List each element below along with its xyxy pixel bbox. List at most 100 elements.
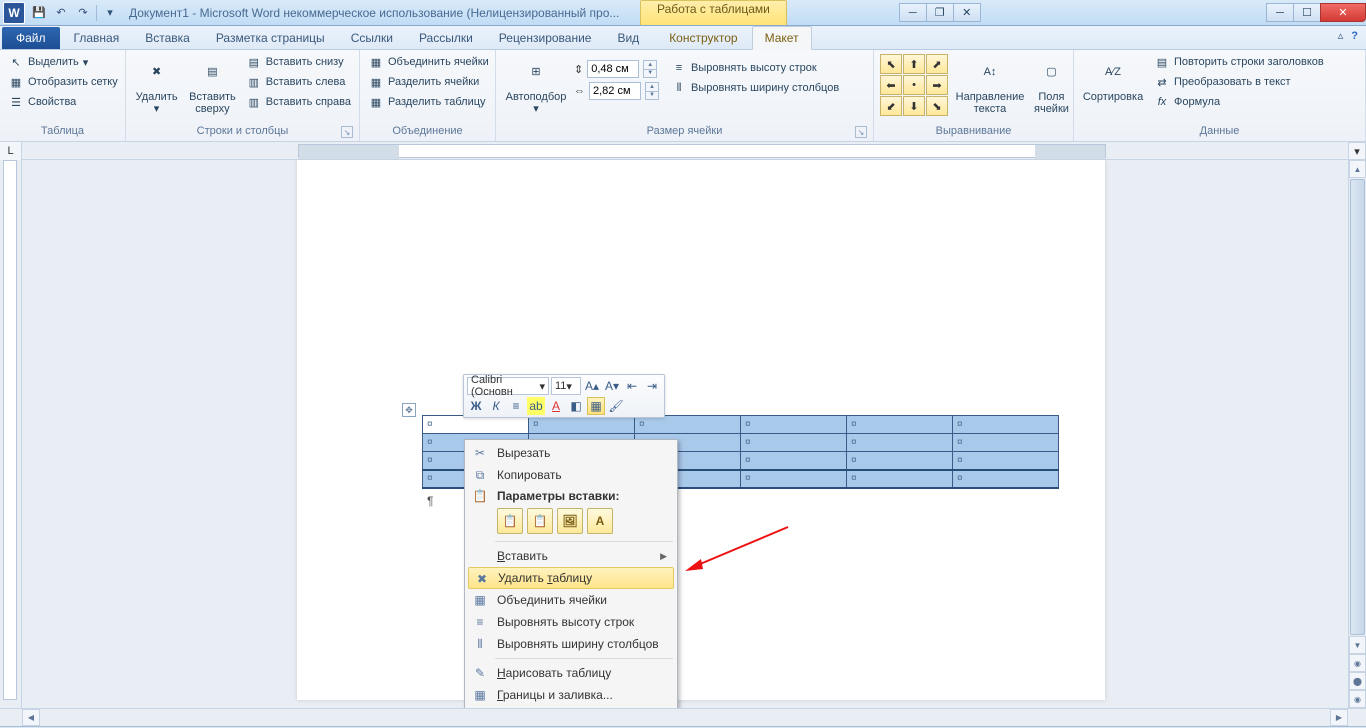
vertical-ruler[interactable] — [0, 160, 22, 708]
undo-button[interactable]: ↶ — [52, 4, 70, 22]
tab-home[interactable]: Главная — [62, 27, 132, 49]
ctx-distribute-cols[interactable]: ⫴Выровнять ширину столбцов — [467, 633, 675, 655]
scroll-track[interactable] — [40, 709, 1330, 726]
view-gridlines-button[interactable]: ▦Отобразить сетку — [4, 72, 122, 92]
increase-indent-button[interactable]: ⇥ — [643, 377, 661, 395]
formula-button[interactable]: fxФормула — [1150, 92, 1328, 112]
tab-references[interactable]: Ссылки — [339, 27, 405, 49]
doc-close-button[interactable]: ✕ — [953, 3, 981, 22]
scroll-right-button[interactable]: ▶ — [1330, 709, 1348, 726]
format-painter-button[interactable]: 🖌 — [607, 397, 625, 415]
next-page-button[interactable]: ◉ — [1349, 690, 1366, 708]
tab-file[interactable]: Файл — [2, 27, 60, 49]
tab-mailings[interactable]: Рассылки — [407, 27, 485, 49]
sort-button[interactable]: A⁄ZСортировка — [1078, 52, 1148, 105]
help-icon[interactable]: ? — [1351, 30, 1358, 42]
delete-button[interactable]: ✖Удалить▾ — [130, 52, 183, 117]
ctx-insert[interactable]: Вставить▶ — [467, 545, 675, 567]
grow-font-button[interactable]: A▴ — [583, 377, 601, 395]
redo-button[interactable]: ↷ — [74, 4, 92, 22]
minimize-ribbon-icon[interactable]: ▵ — [1338, 29, 1344, 42]
height-spinner[interactable]: ▲▼ — [643, 60, 657, 78]
scroll-up-button[interactable]: ▲ — [1349, 160, 1366, 178]
ctx-draw-table[interactable]: ✎Нарисовать таблицу — [467, 662, 675, 684]
ctx-merge-cells[interactable]: ▦Объединить ячейки — [467, 589, 675, 611]
paste-keep-source[interactable]: 📋 — [497, 508, 523, 534]
select-button[interactable]: ↖Выделить ▾ — [4, 52, 122, 72]
italic-button[interactable]: К — [487, 397, 505, 415]
scroll-down-button[interactable]: ▼ — [1349, 636, 1366, 654]
paste-merge[interactable]: 📋 — [527, 508, 553, 534]
row-height-input[interactable] — [587, 60, 639, 78]
insert-below-button[interactable]: ▤Вставить снизу — [242, 52, 355, 72]
bold-button[interactable]: Ж — [467, 397, 485, 415]
scroll-left-button[interactable]: ◀ — [22, 709, 40, 726]
shrink-font-button[interactable]: A▾ — [603, 377, 621, 395]
browse-object-button[interactable]: ⬤ — [1349, 672, 1366, 690]
horizontal-ruler[interactable]: L ▾ — [0, 142, 1366, 160]
ctx-borders-shading[interactable]: ▦Границы и заливка... — [467, 684, 675, 706]
align-tr[interactable]: ⬈ — [926, 54, 948, 74]
horizontal-scrollbar[interactable]: ◀ ▶ — [0, 708, 1366, 726]
minimize-button[interactable]: ─ — [1266, 3, 1294, 22]
paste-text[interactable]: A — [587, 508, 613, 534]
ctx-copy[interactable]: ⧉Копировать — [467, 464, 675, 486]
qat-customize[interactable]: ▾ — [101, 4, 119, 22]
tab-selector[interactable]: L — [0, 142, 22, 160]
font-size-select[interactable]: 11 ▾ — [551, 377, 581, 395]
ctx-cut[interactable]: ✂Вырезать — [467, 442, 675, 464]
alignment-grid[interactable]: ⬉⬆⬈ ⬅•➡ ⬋⬇⬊ — [880, 54, 948, 116]
tab-view[interactable]: Вид — [605, 27, 651, 49]
borders-button[interactable]: ▦ — [587, 397, 605, 415]
save-button[interactable]: 💾 — [30, 4, 48, 22]
doc-minimize-button[interactable]: ─ — [899, 3, 927, 22]
align-tc[interactable]: ⬆ — [903, 54, 925, 74]
tab-layout[interactable]: Макет — [752, 26, 812, 50]
properties-button[interactable]: ☰Свойства — [4, 92, 122, 112]
autofit-button[interactable]: ⊞Автоподбор▾ — [500, 52, 572, 117]
ctx-delete-table[interactable]: ✖Удалить таблицу — [468, 567, 674, 589]
close-button[interactable]: ✕ — [1320, 3, 1366, 22]
table-row[interactable]: ¤¤¤¤¤¤ — [423, 416, 1059, 434]
paste-picture[interactable]: 🖼 — [557, 508, 583, 534]
distribute-cols-button[interactable]: ⫴Выровнять ширину столбцов — [667, 78, 843, 98]
decrease-indent-button[interactable]: ⇤ — [623, 377, 641, 395]
width-spinner[interactable]: ▲▼ — [645, 82, 659, 100]
doc-restore-button[interactable]: ❐ — [926, 3, 954, 22]
insert-left-button[interactable]: ▥Вставить слева — [242, 72, 355, 92]
maximize-button[interactable]: ☐ — [1293, 3, 1321, 22]
split-cells-button[interactable]: ▦Разделить ячейки — [364, 72, 493, 92]
document-area[interactable]: ✥ ¤¤¤¤¤¤ ¤¤¤¤ ¤¤¤¤ ¤¤¤¤ ¶ Calibri (Основ… — [22, 160, 1366, 708]
scroll-thumb[interactable] — [1350, 179, 1365, 635]
text-direction-button[interactable]: A↕Направление текста — [952, 52, 1028, 117]
distribute-rows-button[interactable]: ≡Выровнять высоту строк — [667, 58, 843, 78]
vertical-scrollbar[interactable]: ▲ ▼ ◉ ⬤ ◉ — [1348, 160, 1366, 708]
insert-right-button[interactable]: ▥Вставить справа — [242, 92, 355, 112]
table-move-handle[interactable]: ✥ — [402, 403, 416, 417]
font-select[interactable]: Calibri (Основн▾ — [467, 377, 549, 395]
align-mc[interactable]: • — [903, 75, 925, 95]
tab-page-layout[interactable]: Разметка страницы — [204, 27, 337, 49]
align-bl[interactable]: ⬋ — [880, 96, 902, 116]
align-bc[interactable]: ⬇ — [903, 96, 925, 116]
align-tl[interactable]: ⬉ — [880, 54, 902, 74]
convert-to-text-button[interactable]: ⇄Преобразовать в текст — [1150, 72, 1328, 92]
repeat-header-button[interactable]: ▤Повторить строки заголовков — [1150, 52, 1328, 72]
cell-margins-button[interactable]: ▢Поля ячейки — [1030, 52, 1073, 117]
tab-review[interactable]: Рецензирование — [487, 27, 604, 49]
tab-design[interactable]: Конструктор — [657, 27, 749, 49]
merge-cells-button[interactable]: ▦Объединить ячейки — [364, 52, 493, 72]
align-ml[interactable]: ⬅ — [880, 75, 902, 95]
font-color-button[interactable]: A — [547, 397, 565, 415]
highlight-button[interactable]: ab — [527, 397, 545, 415]
align-center-button[interactable]: ≡ — [507, 397, 525, 415]
shading-button[interactable]: ◧ — [567, 397, 585, 415]
col-width-input[interactable] — [589, 82, 641, 100]
align-br[interactable]: ⬊ — [926, 96, 948, 116]
prev-page-button[interactable]: ◉ — [1349, 654, 1366, 672]
dialog-launcher[interactable]: ↘ — [341, 126, 353, 138]
dialog-launcher[interactable]: ↘ — [855, 126, 867, 138]
align-mr[interactable]: ➡ — [926, 75, 948, 95]
insert-above-button[interactable]: ▤Вставить сверху — [185, 52, 240, 117]
tab-insert[interactable]: Вставка — [133, 27, 202, 49]
